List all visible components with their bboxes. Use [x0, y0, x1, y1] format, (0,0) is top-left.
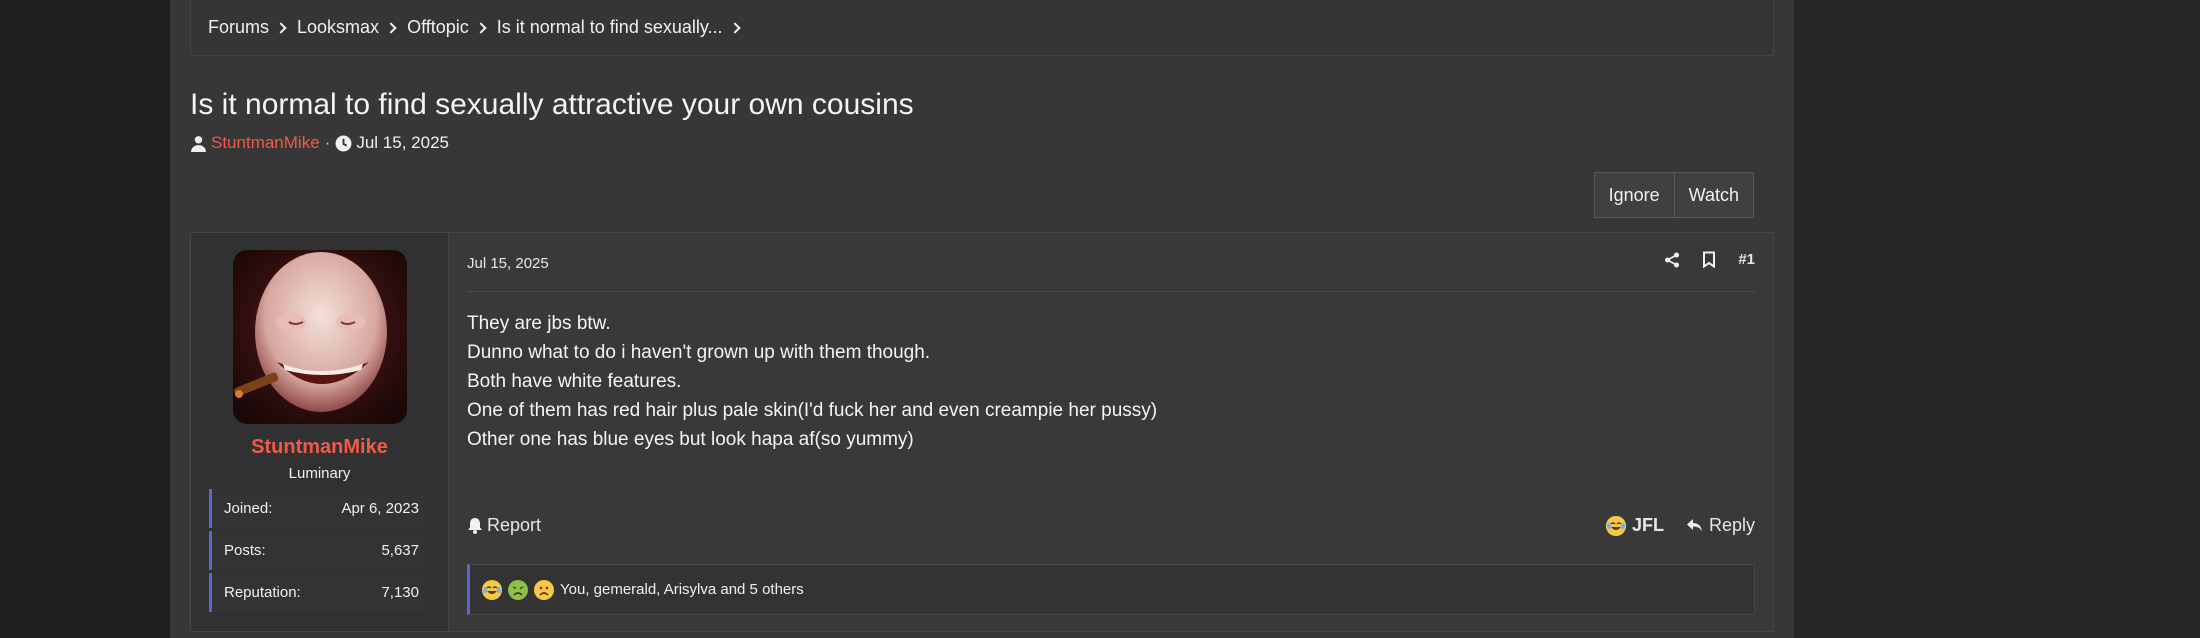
- reply-label: Reply: [1708, 515, 1755, 535]
- chevron-right-icon: [275, 21, 287, 34]
- share-icon[interactable]: [1664, 252, 1680, 268]
- footer-actions: JFL Reply: [1605, 515, 1755, 536]
- breadcrumb-label: Looksmax: [297, 17, 380, 37]
- clock-icon: [335, 135, 352, 152]
- thread-author-link[interactable]: StuntmanMike: [211, 133, 320, 153]
- reply-button[interactable]: Reply: [1686, 515, 1755, 536]
- reactions-bar[interactable]: You, gemerald, Arisylva and 5 others: [467, 564, 1755, 615]
- chevron-right-icon: [385, 21, 397, 34]
- post-line: Other one has blue eyes but look hapa af…: [467, 429, 914, 450]
- stat-reputation: Reputation: 7,130: [209, 573, 431, 612]
- post-username[interactable]: StuntmanMike: [191, 436, 448, 459]
- post-divider: [467, 291, 1755, 292]
- user-title: Luminary: [288, 465, 351, 482]
- chevron-right-icon: [728, 21, 741, 34]
- laughing-crying-emoji-icon: [482, 579, 502, 600]
- post-footer: Report JFL Reply: [467, 515, 1755, 536]
- react-button[interactable]: JFL: [1605, 515, 1664, 536]
- bookmark-icon[interactable]: [1702, 251, 1716, 268]
- breadcrumb-forums[interactable]: Forums: [208, 17, 297, 38]
- post-number[interactable]: #1: [1738, 251, 1755, 268]
- avatar[interactable]: [233, 250, 407, 424]
- breadcrumb-thread[interactable]: Is it normal to find sexually...: [497, 17, 751, 38]
- post-line: Both have white features.: [467, 371, 682, 392]
- stat-label: Joined:: [224, 500, 273, 517]
- report-label: Report: [487, 515, 542, 535]
- reactions-text: You, gemerald, Arisylva and 5 others: [560, 581, 804, 598]
- breadcrumb-label: Is it normal to find sexually...: [496, 17, 723, 37]
- post-line: One of them has red hair plus pale skin(…: [467, 400, 1158, 421]
- thread-date[interactable]: Jul 15, 2025: [356, 133, 449, 153]
- post-user-panel: StuntmanMike Luminary Joined: Apr 6, 202…: [191, 233, 449, 631]
- page-content: Forums Looksmax Offtopic Is it normal to…: [170, 0, 1794, 638]
- post: StuntmanMike Luminary Joined: Apr 6, 202…: [190, 232, 1774, 632]
- stat-value: 7,130: [381, 584, 419, 601]
- post-line: They are jbs btw.: [467, 313, 611, 334]
- ignore-button[interactable]: Ignore: [1593, 172, 1675, 218]
- react-label: JFL: [1631, 515, 1664, 535]
- post-date[interactable]: Jul 15, 2025: [467, 255, 549, 272]
- thread-actions: Ignore Watch: [1593, 172, 1754, 218]
- chevron-right-icon: [475, 21, 487, 34]
- sad-emoji-icon: [534, 579, 554, 600]
- right-gutter: [1794, 0, 2200, 638]
- nauseated-emoji-icon: [508, 579, 528, 600]
- stat-joined: Joined: Apr 6, 2023: [209, 489, 431, 528]
- breadcrumb-label: Offtopic: [407, 17, 469, 37]
- meta-separator: ·: [324, 133, 331, 152]
- stat-value: Apr 6, 2023: [341, 500, 419, 517]
- breadcrumb: Forums Looksmax Offtopic Is it normal to…: [190, 0, 1774, 56]
- watch-button[interactable]: Watch: [1674, 172, 1754, 218]
- laughing-crying-emoji-icon: [1605, 515, 1626, 536]
- breadcrumb-label: Forums: [208, 17, 270, 37]
- breadcrumb-offtopic[interactable]: Offtopic: [407, 17, 497, 38]
- post-line: Dunno what to do i haven't grown up with…: [467, 342, 931, 363]
- user-icon: [190, 135, 207, 152]
- post-main: Jul 15, 2025 #1 They are jbs btw. Dunno …: [449, 233, 1773, 631]
- post-actions-top: #1: [1664, 251, 1755, 268]
- stat-posts: Posts: 5,637: [209, 531, 431, 570]
- stat-label: Reputation:: [224, 584, 301, 601]
- stat-label: Posts:: [224, 542, 266, 559]
- bell-icon: [467, 517, 483, 534]
- thread-meta: StuntmanMike · Jul 15, 2025: [190, 133, 449, 153]
- report-button[interactable]: Report: [467, 515, 541, 536]
- reply-arrow-icon: [1686, 518, 1703, 533]
- stat-value: 5,637: [381, 542, 419, 559]
- thread-title: Is it normal to find sexually attractive…: [190, 88, 914, 121]
- post-body: They are jbs btw. Dunno what to do i hav…: [467, 309, 1157, 454]
- breadcrumb-looksmax[interactable]: Looksmax: [297, 17, 407, 38]
